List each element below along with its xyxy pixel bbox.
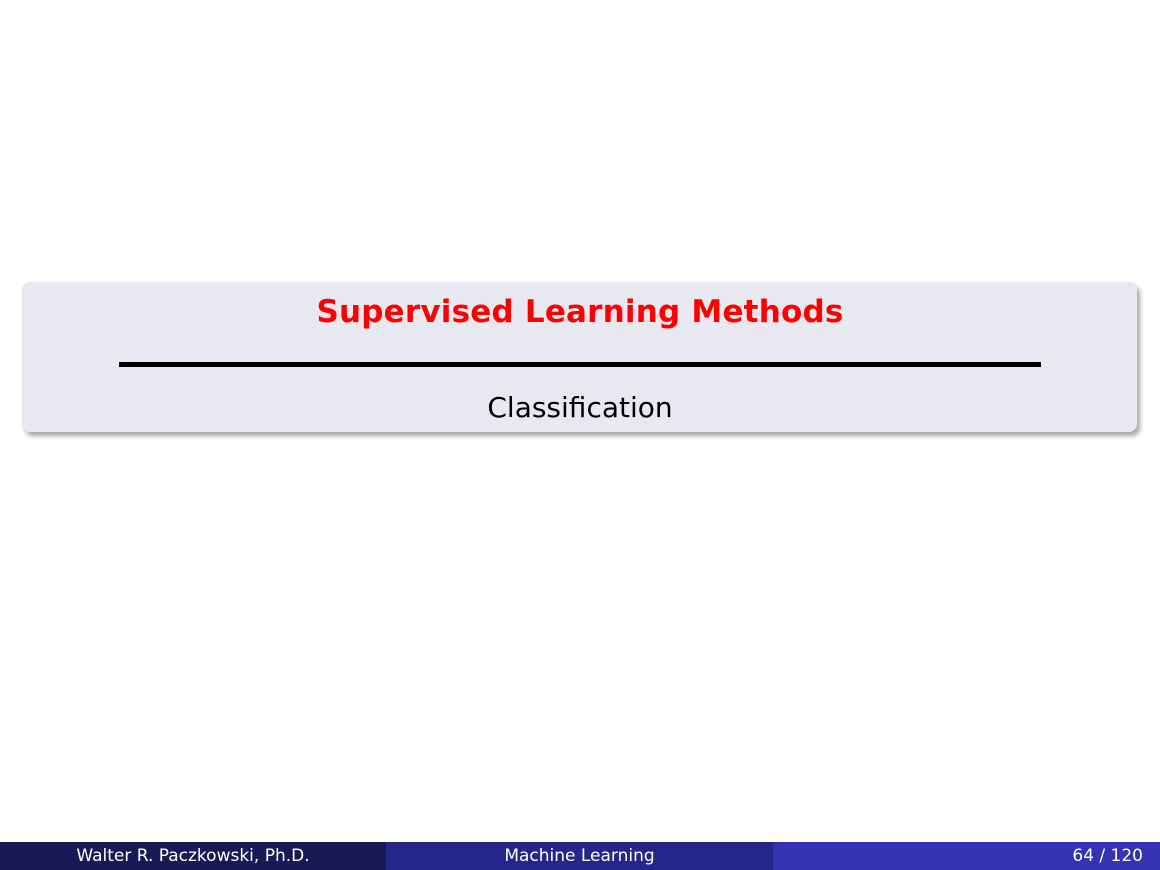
footer-page-number: 64 / 120 bbox=[773, 842, 1160, 870]
footer-author: Walter R. Paczkowski, Ph.D. bbox=[0, 842, 386, 870]
footer-presentation-title: Machine Learning bbox=[386, 842, 773, 870]
subsection-title: Classification bbox=[487, 391, 673, 424]
section-title: Supervised Learning Methods bbox=[316, 294, 844, 330]
slide-footer: Walter R. Paczkowski, Ph.D. Machine Lear… bbox=[0, 842, 1160, 870]
section-divider bbox=[119, 362, 1041, 367]
slide-canvas: Supervised Learning Methods Classificati… bbox=[0, 0, 1160, 842]
